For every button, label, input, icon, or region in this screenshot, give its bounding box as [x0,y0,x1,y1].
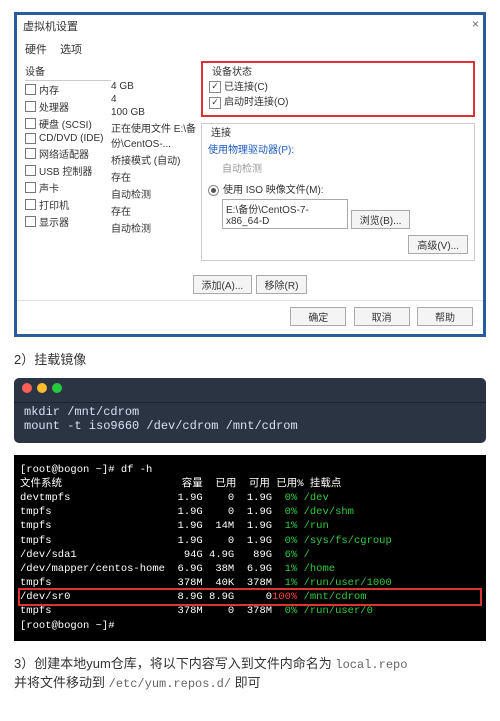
table-row: /dev/mapper/centos-home 6.9G 38M 6.9G 1%… [20,562,480,576]
device-icon [25,182,36,193]
add-button[interactable]: 添加(A)... [193,275,253,294]
summary-value: 100 GB [111,106,197,119]
vm-settings-dialog: 虚拟机设置 × 硬件 选项 设备 内存处理器硬盘 (SCSI)CD/DVD (I… [14,12,486,337]
device-icon [25,165,36,176]
device-icon [25,84,36,95]
remove-button[interactable]: 移除(R) [256,275,308,294]
ok-button[interactable]: 确定 [290,307,346,326]
tab-options[interactable]: 选项 [60,44,82,56]
summary-value: 自动检测 [111,219,197,236]
list-item[interactable]: 显示器 [25,213,111,230]
step-2-title: 2）挂载镜像 [14,349,486,368]
summary-value: 正在使用文件 E:\备份\CentOS-... [111,119,197,151]
device-icon [25,118,36,129]
table-row: tmpfs 1.9G 14M 1.9G 1% /run [20,519,480,533]
terminal-mount: mkdir /mnt/cdrom mount -t iso9660 /dev/c… [14,378,486,443]
cancel-button[interactable]: 取消 [354,307,410,326]
device-header: 设备 [25,61,111,81]
df-prompt: [root@bogon ~]# df -h [20,463,480,477]
table-row: tmpfs 378M 40K 378M 1% /run/user/1000 [20,576,480,590]
table-row: tmpfs 1.9G 0 1.9G 0% /dev/shm [20,505,480,519]
connection-group: 连接 使用物理驱动器(P): 自动检测 使用 ISO 映像文件(M): E:\备… [201,123,475,261]
mac-dots [14,378,486,402]
table-row: tmpfs 1.9G 0 1.9G 0% /sys/fs/cgroup [20,534,480,548]
tab-hardware[interactable]: 硬件 [25,44,47,56]
summary-value: 自动检测 [111,185,197,202]
cb-connected[interactable]: ✓已连接(C) [209,78,467,93]
list-item[interactable]: 处理器 [25,98,111,115]
advanced-button[interactable]: 高级(V)... [408,235,468,254]
summary-value: 4 GB [111,80,197,93]
device-icon [25,101,36,112]
tabs: 硬件 选项 [17,37,483,57]
cb-connect-on-start[interactable]: ✓启动时连接(O) [209,93,467,108]
device-icon [25,133,36,144]
list-item[interactable]: USB 控制器 [25,162,111,179]
dialog-titlebar: 虚拟机设置 × [17,15,483,37]
list-item[interactable]: 声卡 [25,179,111,196]
summary-value: 存在 [111,202,197,219]
table-row: /dev/sr0 8.9G 8.9G 0100% /mnt/cdrom [20,590,480,604]
terminal-df: [root@bogon ~]# df -h 文件系统 容量 已用 可用 已用% … [14,455,486,641]
df-header: 文件系统 容量 已用 可用 已用% 挂载点 [20,477,480,491]
list-item[interactable]: 内存 [25,81,111,98]
summary-col: 4 GB4100 GB正在使用文件 E:\备份\CentOS-...桥接模式 (… [111,61,197,267]
device-icon [25,148,36,159]
list-item[interactable]: CD/DVD (IDE) [25,132,111,145]
conn-group-title: 连接 [208,124,234,139]
device-icon [25,199,36,210]
summary-value: 桥接模式 (自动) [111,151,197,168]
summary-value: 4 [111,93,197,106]
device-list: 设备 内存处理器硬盘 (SCSI)CD/DVD (IDE)网络适配器USB 控制… [25,61,111,267]
local-repo-filename: local.repo [335,658,407,672]
table-row: devtmpfs 1.9G 0 1.9G 0% /dev [20,491,480,505]
summary-value: 存在 [111,168,197,185]
help-button[interactable]: 帮助 [417,307,473,326]
physical-value: 自动检测 [208,158,468,181]
dialog-title: 虚拟机设置 [23,18,78,34]
list-item[interactable]: 打印机 [25,196,111,213]
cmd-mkdir: mkdir /mnt/cdrom [24,405,476,419]
device-icon [25,216,36,227]
browse-button[interactable]: 浏览(B)... [351,210,411,229]
cmd-mount: mount -t iso9660 /dev/cdrom /mnt/cdrom [24,419,476,433]
table-row: /dev/sda1 94G 4.9G 89G 6% / [20,548,480,562]
radio-use-iso[interactable]: 使用 ISO 映像文件(M): [208,181,468,196]
df-prompt-end: [root@bogon ~]# [20,619,480,633]
list-item[interactable]: 网络适配器 [25,145,111,162]
close-icon[interactable]: × [472,17,479,31]
list-item[interactable]: 硬盘 (SCSI) [25,115,111,132]
status-group-title: 设备状态 [209,63,255,78]
step-3-text: 3）创建本地yum仓库，将以下内容写入到文件内命名为 local.repo 并将… [14,653,486,691]
iso-path-dropdown[interactable]: E:\备份\CentOS-7-x86_64-D [222,199,348,229]
repo-dir-path: /etc/yum.repos.d/ [109,677,231,691]
device-status-group: 设备状态 ✓已连接(C) ✓启动时连接(O) [201,61,475,117]
table-row: tmpfs 378M 0 378M 0% /run/user/0 [20,604,480,618]
use-physical-link[interactable]: 使用物理驱动器(P): [208,139,468,158]
